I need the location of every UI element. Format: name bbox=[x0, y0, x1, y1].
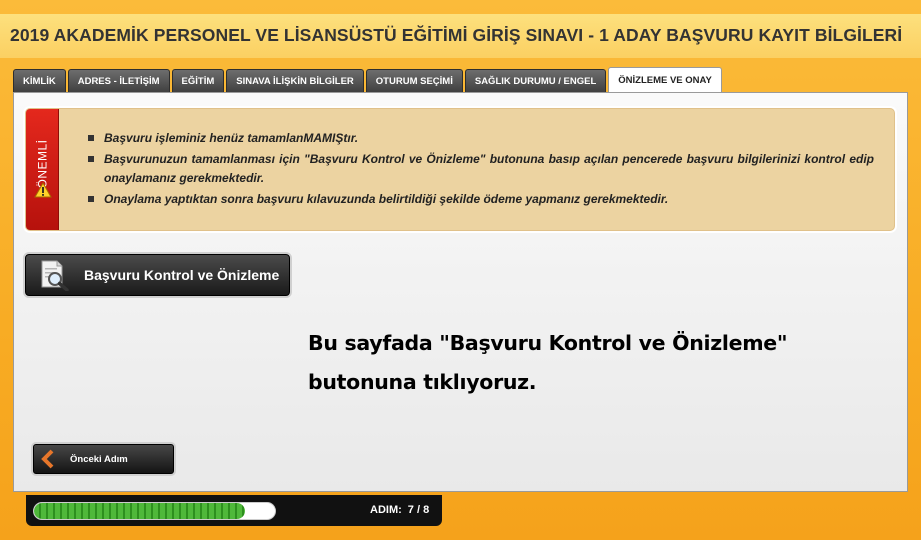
warning-triangle-icon bbox=[34, 182, 52, 198]
notice-list: Başvuru işleminiz henüz tamamlanMAMIŞtır… bbox=[88, 129, 874, 211]
progress-bar bbox=[33, 502, 276, 520]
tab-adres-iletisim[interactable]: ADRES - İLETİŞİM bbox=[67, 69, 170, 93]
tab-saglik-durumu[interactable]: SAĞLIK DURUMU / ENGEL bbox=[464, 69, 607, 93]
instruction-caption: Bu sayfada "Başvuru Kontrol ve Önizleme"… bbox=[308, 331, 788, 394]
notice-item: Onaylama yaptıktan sonra başvuru kılavuz… bbox=[88, 190, 874, 209]
tab-oturum-secimi[interactable]: OTURUM SEÇİMİ bbox=[365, 69, 463, 93]
preview-button[interactable]: Başvuru Kontrol ve Önizleme bbox=[25, 254, 290, 296]
notice-side-bar: ÖNEMLİ bbox=[26, 109, 59, 230]
chevron-left-icon bbox=[41, 449, 54, 469]
notice-item: Başvurunuzun tamamlanması için "Başvuru … bbox=[88, 150, 874, 188]
tab-sinav-bilgileri[interactable]: SINAVA İLİŞKİN BİLGİLER bbox=[226, 69, 364, 93]
step-label: ADIM: bbox=[370, 504, 402, 516]
tab-egitim[interactable]: EĞİTİM bbox=[171, 69, 225, 93]
notice-item: Başvuru işleminiz henüz tamamlanMAMIŞtır… bbox=[88, 129, 874, 148]
content-panel: ÖNEMLİ Başvuru işleminiz henüz tamamlanM… bbox=[13, 92, 908, 492]
progress-fill bbox=[34, 503, 245, 519]
step-indicator: ADIM: 7 / 8 bbox=[370, 504, 429, 516]
tab-kimlik[interactable]: KİMLİK bbox=[13, 69, 66, 93]
previous-step-button[interactable]: Önceki Adım bbox=[33, 444, 174, 474]
document-search-icon bbox=[41, 260, 69, 291]
page-title: 2019 AKADEMİK PERSONEL VE LİSANSÜSTÜ EĞİ… bbox=[10, 25, 903, 45]
status-bar: ADIM: 7 / 8 bbox=[26, 495, 442, 526]
previous-step-label: Önceki Adım bbox=[70, 453, 128, 465]
tab-onizleme-onay[interactable]: ÖNİZLEME VE ONAY bbox=[608, 67, 722, 93]
step-value: 7 / 8 bbox=[407, 504, 430, 516]
preview-button-label: Başvuru Kontrol ve Önizleme bbox=[84, 267, 280, 283]
important-notice: ÖNEMLİ Başvuru işleminiz henüz tamamlanM… bbox=[25, 108, 895, 231]
tab-bar: KİMLİK ADRES - İLETİŞİM EĞİTİM SINAVA İL… bbox=[13, 67, 722, 93]
